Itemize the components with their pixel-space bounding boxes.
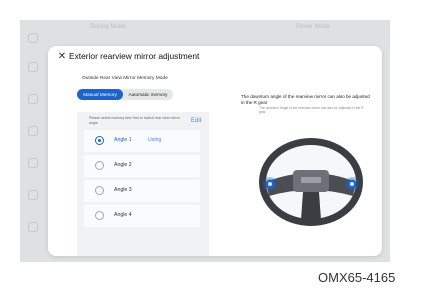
steering-wheel-illustration xyxy=(259,138,363,226)
angle-row[interactable]: Angle 4 xyxy=(84,205,200,227)
infotainment-screen: Driving Mode Power Mode Window Back Door… xyxy=(20,20,390,262)
angle-row[interactable]: Angle 3 xyxy=(84,180,200,202)
memory-mode-toggle: Manual Memory Automatic memory xyxy=(77,89,173,100)
radio-selected-icon[interactable] xyxy=(95,136,104,145)
info-icon[interactable] xyxy=(28,222,38,232)
angle-row[interactable]: Angle 1 Using xyxy=(84,130,200,152)
figure-code: OMX65-4165 xyxy=(318,270,396,285)
climate-icon[interactable] xyxy=(28,158,38,168)
radio-icon[interactable] xyxy=(95,161,104,170)
seat-icon[interactable] xyxy=(28,126,38,136)
r-gear-info-detail: The downturn angle of the rearview mirro… xyxy=(259,106,364,115)
tab-power-mode[interactable]: Power Mode xyxy=(296,24,330,30)
radio-icon[interactable] xyxy=(95,211,104,220)
manual-memory-option[interactable]: Manual Memory xyxy=(77,89,123,100)
angle-label: Angle 3 xyxy=(114,187,132,193)
r-gear-info: The downturn angle of the rearview mirro… xyxy=(241,94,370,105)
mirror-adjustment-dialog: ✕ Exterior rearview mirror adjustment Ou… xyxy=(48,46,382,256)
memory-hint-text: Please select memory item first to switc… xyxy=(89,116,180,125)
angle-status: Using xyxy=(148,137,162,143)
angle-label: Angle 1 xyxy=(114,137,132,143)
angle-label: Angle 2 xyxy=(114,162,132,168)
edit-button[interactable]: Edit xyxy=(191,118,201,124)
angle-row[interactable]: Angle 2 xyxy=(84,155,200,177)
car-icon[interactable] xyxy=(28,62,38,72)
tab-driving-mode[interactable]: Driving Mode xyxy=(90,24,125,30)
close-icon[interactable]: ✕ xyxy=(57,52,67,62)
home-icon[interactable] xyxy=(28,33,38,43)
settings-icon[interactable] xyxy=(28,190,38,200)
angle-label: Angle 4 xyxy=(114,212,132,218)
dialog-title: Exterior rearview mirror adjustment xyxy=(69,51,200,61)
light-icon[interactable] xyxy=(28,94,38,104)
automatic-memory-option[interactable]: Automatic memory xyxy=(124,89,172,100)
memory-mode-label: Outside Rear View Mirror Memory Mode xyxy=(82,76,168,81)
radio-icon[interactable] xyxy=(95,186,104,195)
